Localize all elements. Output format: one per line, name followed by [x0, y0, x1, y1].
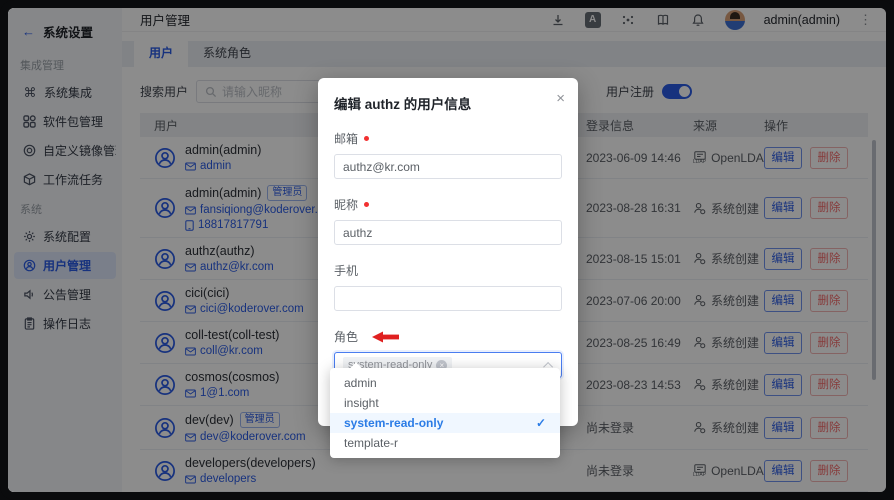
app-window: ← 系统设置 集成管理 ⌘ 系统集成 软件包管理 自定义镜像管理 工作流任务 系… — [8, 8, 886, 492]
required-dot — [364, 136, 369, 141]
dropdown-option-template-r[interactable]: template-r — [330, 433, 560, 453]
check-icon: ✓ — [536, 413, 546, 433]
email-label: 邮箱 — [334, 130, 358, 147]
email-field-group: 邮箱 — [334, 130, 562, 179]
role-label: 角色 — [334, 328, 358, 345]
phone-field[interactable] — [334, 286, 562, 311]
phone-label: 手机 — [334, 262, 358, 279]
nickname-field[interactable] — [334, 220, 562, 245]
close-icon[interactable]: × — [556, 90, 565, 107]
dropdown-option-system-read-only[interactable]: system-read-only✓ — [330, 413, 560, 433]
nickname-label: 昵称 — [334, 196, 358, 213]
annotation-arrow-icon — [372, 331, 400, 343]
screenshot-frame: ← 系统设置 集成管理 ⌘ 系统集成 软件包管理 自定义镜像管理 工作流任务 系… — [0, 0, 894, 500]
modal-title: 编辑 authz 的用户信息 — [334, 93, 562, 113]
dropdown-option-admin[interactable]: admin — [330, 373, 560, 393]
dropdown-option-insight[interactable]: insight — [330, 393, 560, 413]
phone-field-group: 手机 — [334, 262, 562, 311]
role-dropdown: admin insight system-read-only✓ template… — [330, 368, 560, 458]
required-dot — [364, 202, 369, 207]
nickname-field-group: 昵称 — [334, 196, 562, 245]
email-field[interactable] — [334, 154, 562, 179]
